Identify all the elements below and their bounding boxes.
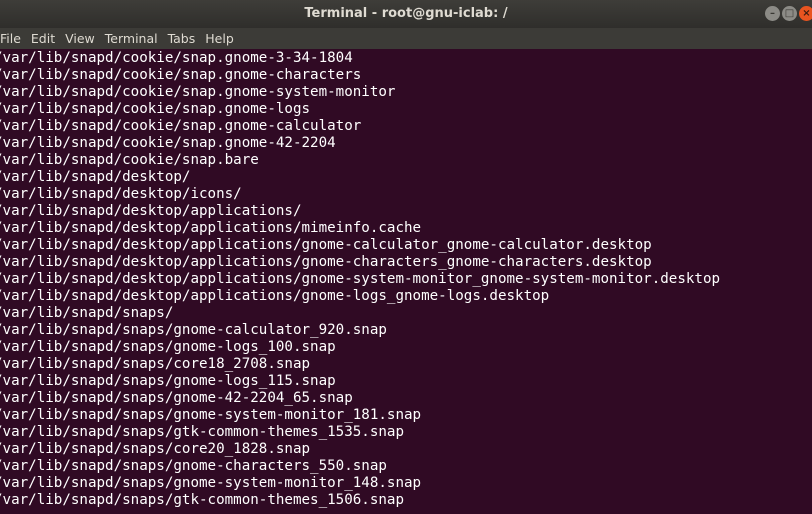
menu-file[interactable]: File (0, 28, 24, 49)
terminal-output[interactable]: /var/lib/snapd/cookie/snap.gnome-3-34-18… (0, 49, 812, 514)
terminal-line: /var/lib/snapd/snaps/gnome-characters_55… (0, 458, 387, 474)
minimize-icon[interactable]: – (765, 6, 780, 21)
terminal-line: /var/lib/snapd/desktop/applications/gnom… (0, 271, 721, 287)
menu-tabs[interactable]: Tabs (165, 28, 199, 49)
terminal-line: /var/lib/snapd/cookie/snap.bare (0, 152, 259, 168)
terminal-line: /var/lib/snapd/snaps/ (0, 305, 174, 321)
terminal-line: /var/lib/snapd/cookie/snap.gnome-42-2204 (0, 135, 336, 151)
terminal-line: /var/lib/snapd/cookie/snap.gnome-calcula… (0, 118, 362, 134)
window-title: Terminal - root@gnu-iclab: / (304, 6, 508, 21)
menu-view[interactable]: View (62, 28, 98, 49)
maximize-icon[interactable]: □ (782, 6, 797, 21)
menu-terminal[interactable]: Terminal (102, 28, 161, 49)
terminal-line: /var/lib/snapd/snaps/gtk-common-themes_1… (0, 424, 404, 440)
terminal-line: /var/lib/snapd/snaps/gtk-common-themes_1… (0, 492, 404, 508)
terminal-line: /var/lib/snapd/cookie/snap.gnome-logs (0, 101, 311, 117)
close-icon[interactable]: × (799, 6, 812, 21)
menu-bar: File Edit View Terminal Tabs Help (0, 28, 812, 49)
terminal-line: /var/lib/snapd/snaps/gnome-42-2204_65.sn… (0, 390, 353, 406)
terminal-line: /var/lib/snapd/desktop/applications/gnom… (0, 254, 652, 270)
title-bar[interactable]: Terminal - root@gnu-iclab: / – □ × (0, 0, 812, 28)
terminal-line: /var/lib/snapd/snaps/gnome-calculator_92… (0, 322, 387, 338)
terminal-line: /var/lib/snapd/snaps/core20_1828.snap (0, 441, 311, 457)
terminal-line: /var/lib/snapd/snaps/gnome-logs_100.snap (0, 339, 336, 355)
terminal-line: /var/lib/snapd/desktop/ (0, 169, 191, 185)
terminal-line: /var/lib/snapd/desktop/applications/gnom… (0, 288, 550, 304)
terminal-line: /var/lib/snapd/snaps/gnome-system-monito… (0, 407, 422, 423)
terminal-line: /var/lib/snapd/cookie/snap.gnome-system-… (0, 84, 396, 100)
terminal-line: /var/lib/snapd/snaps/gnome-system-monito… (0, 475, 422, 491)
terminal-line: /var/lib/snapd/desktop/icons/ (0, 186, 242, 202)
terminal-line: /var/lib/snapd/snaps/core18_2708.snap (0, 356, 311, 372)
terminal-line: /var/lib/snapd/cookie/snap.gnome-3-34-18… (0, 50, 353, 66)
menu-edit[interactable]: Edit (28, 28, 58, 49)
terminal-line: /var/lib/snapd/desktop/applications/mime… (0, 220, 422, 236)
terminal-line: /var/lib/snapd/desktop/applications/ (0, 203, 302, 219)
terminal-line: /var/lib/snapd/snaps/gnome-logs_115.snap (0, 373, 336, 389)
menu-help[interactable]: Help (202, 28, 237, 49)
terminal-line: /var/lib/snapd/desktop/applications/gnom… (0, 237, 652, 253)
terminal-window: Terminal - root@gnu-iclab: / – □ × File … (0, 0, 812, 514)
terminal-line: /var/lib/snapd/cookie/snap.gnome-charact… (0, 67, 362, 83)
